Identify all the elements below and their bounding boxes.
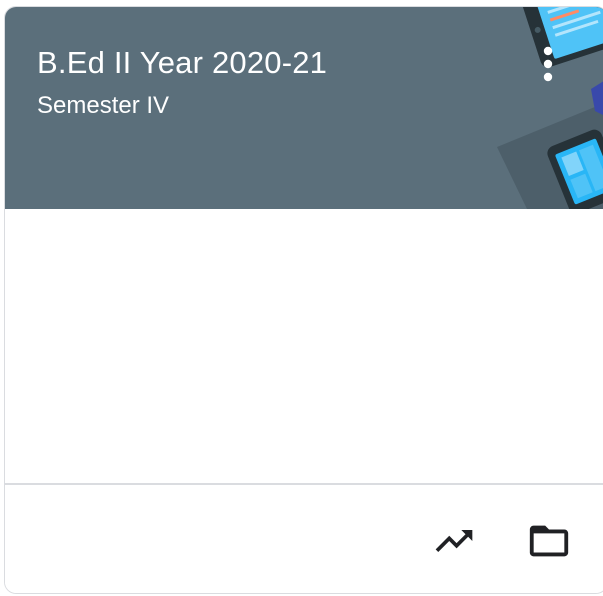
more-vert-icon <box>543 46 553 82</box>
trending-up-icon <box>435 530 473 552</box>
class-card-body <box>5 209 603 483</box>
devices-illustration <box>497 7 603 209</box>
class-card[interactable]: B.Ed II Year 2020-21 Semester IV <box>4 6 603 594</box>
class-card-header[interactable]: B.Ed II Year 2020-21 Semester IV <box>5 7 603 209</box>
open-gradebook-button[interactable] <box>430 517 478 565</box>
class-title[interactable]: B.Ed II Year 2020-21 <box>37 45 327 81</box>
more-options-button[interactable] <box>533 45 563 85</box>
class-section: Semester IV <box>37 92 170 119</box>
class-card-footer <box>5 485 603 593</box>
open-folder-button[interactable] <box>525 517 573 565</box>
folder-icon <box>529 525 569 557</box>
